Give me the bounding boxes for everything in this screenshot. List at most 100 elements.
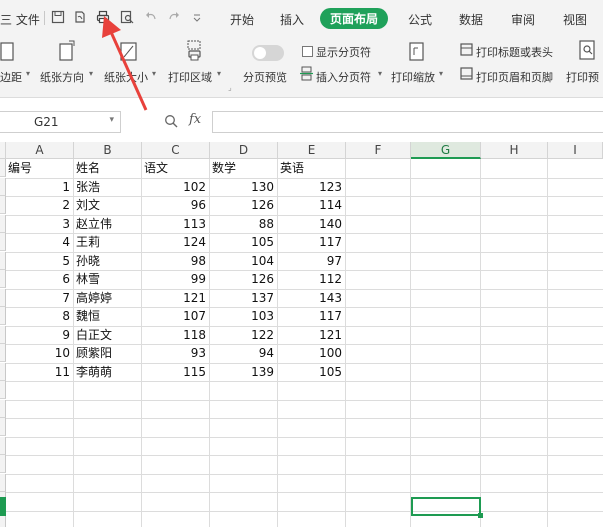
paper-size-button[interactable]: 纸张大小	[104, 69, 148, 85]
cell-id[interactable]: 10	[6, 344, 73, 362]
column-header-h[interactable]: H	[481, 142, 548, 159]
print-preview-ribbon-icon[interactable]	[578, 40, 598, 62]
cell-chinese[interactable]: 124	[142, 233, 209, 251]
cell-english[interactable]: 140	[278, 215, 345, 233]
print-area-icon[interactable]	[186, 40, 204, 62]
cell-chinese[interactable]: 93	[142, 344, 209, 362]
row-header[interactable]	[0, 436, 6, 455]
print-icon[interactable]	[96, 10, 110, 24]
tab-view[interactable]: 视图	[563, 11, 587, 28]
tab-insert[interactable]: 插入	[280, 11, 304, 28]
name-box-chevron-down-icon[interactable]: ▾	[109, 115, 114, 125]
cell-chinese[interactable]: 118	[142, 326, 209, 344]
cell-english[interactable]: 97	[278, 252, 345, 270]
zoom-search-icon[interactable]	[164, 114, 179, 129]
cell-math[interactable]: 94	[210, 344, 277, 362]
header-math[interactable]: 数学	[210, 159, 277, 177]
cell-name[interactable]: 刘文	[74, 196, 141, 214]
header-english[interactable]: 英语	[278, 159, 345, 177]
insert-page-break-button[interactable]: 插入分页符	[316, 69, 371, 85]
print-area-button[interactable]: 打印区域	[168, 69, 212, 85]
cell-id[interactable]: 9	[6, 326, 73, 344]
paper-size-dropdown-icon[interactable]: ▾	[152, 69, 156, 78]
cell-english[interactable]: 100	[278, 344, 345, 362]
cell-chinese[interactable]: 102	[142, 178, 209, 196]
column-header-d[interactable]: D	[210, 142, 278, 159]
cell-name[interactable]: 高婷婷	[74, 289, 141, 307]
header-name[interactable]: 姓名	[74, 159, 141, 177]
tab-data[interactable]: 数据	[459, 11, 483, 28]
cell-id[interactable]: 6	[6, 270, 73, 288]
cell-math[interactable]: 126	[210, 270, 277, 288]
cell-chinese[interactable]: 99	[142, 270, 209, 288]
header-footer-icon[interactable]	[460, 67, 473, 80]
column-header-g[interactable]: G	[411, 142, 481, 159]
print-scale-icon[interactable]	[408, 42, 426, 62]
insert-page-break-icon[interactable]	[300, 66, 314, 82]
column-header-b[interactable]: B	[74, 142, 142, 159]
print-preview-button[interactable]: 打印预	[566, 69, 599, 85]
cell-english[interactable]: 117	[278, 233, 345, 251]
page-break-preview-button[interactable]: 分页预览	[243, 69, 287, 85]
cell-name[interactable]: 王莉	[74, 233, 141, 251]
cell-english[interactable]: 121	[278, 326, 345, 344]
cell-id[interactable]: 4	[6, 233, 73, 251]
cell-id[interactable]: 2	[6, 196, 73, 214]
margin-dropdown-icon[interactable]: ▾	[26, 69, 30, 78]
save-icon[interactable]	[51, 10, 65, 24]
tab-home[interactable]: 开始	[230, 11, 254, 28]
cell-chinese[interactable]: 121	[142, 289, 209, 307]
cell-english[interactable]: 117	[278, 307, 345, 325]
active-cell-g21[interactable]	[411, 497, 483, 518]
cell-chinese[interactable]: 98	[142, 252, 209, 270]
cell-math[interactable]: 130	[210, 178, 277, 196]
print-scale-dropdown-icon[interactable]: ▾	[439, 69, 443, 78]
cell-math[interactable]: 139	[210, 363, 277, 381]
row-header[interactable]	[0, 473, 6, 492]
cell-math[interactable]: 122	[210, 326, 277, 344]
cell-english[interactable]: 123	[278, 178, 345, 196]
margin-button[interactable]: 边距	[0, 69, 22, 85]
output-pdf-icon[interactable]	[73, 10, 87, 24]
name-box[interactable]: G21 ▾	[0, 111, 121, 133]
cell-math[interactable]: 88	[210, 215, 277, 233]
page-break-preview-toggle[interactable]	[252, 45, 284, 61]
cell-name[interactable]: 张浩	[74, 178, 141, 196]
cell-name[interactable]: 赵立伟	[74, 215, 141, 233]
cell-math[interactable]: 104	[210, 252, 277, 270]
orientation-dropdown-icon[interactable]: ▾	[89, 69, 93, 78]
column-header-f[interactable]: F	[346, 142, 411, 159]
tab-page-layout[interactable]: 页面布局	[320, 8, 389, 29]
column-header-a[interactable]: A	[6, 142, 74, 159]
insert-page-break-dropdown-icon[interactable]: ▾	[378, 69, 382, 78]
cell-id[interactable]: 3	[6, 215, 73, 233]
formula-input[interactable]	[212, 111, 603, 133]
redo-icon[interactable]	[167, 10, 181, 24]
print-titles-icon[interactable]	[460, 43, 473, 56]
cell-math[interactable]: 105	[210, 233, 277, 251]
cell-name[interactable]: 白正文	[74, 326, 141, 344]
cell-chinese[interactable]: 107	[142, 307, 209, 325]
cell-name[interactable]: 李萌萌	[74, 363, 141, 381]
cell-english[interactable]: 105	[278, 363, 345, 381]
print-scale-button[interactable]: 打印缩放	[391, 69, 435, 85]
show-page-break-checkbox[interactable]	[302, 46, 313, 57]
print-titles-button[interactable]: 打印标题或表头	[476, 44, 553, 60]
cell-id[interactable]: 7	[6, 289, 73, 307]
column-header-c[interactable]: C	[142, 142, 210, 159]
print-preview-icon[interactable]	[120, 10, 134, 24]
orientation-button[interactable]: 纸张方向	[40, 69, 84, 85]
margin-icon[interactable]	[0, 42, 16, 62]
fx-icon[interactable]: fx	[189, 112, 201, 127]
cell-id[interactable]: 11	[6, 363, 73, 381]
select-all-corner[interactable]	[0, 142, 6, 159]
cell-english[interactable]: 114	[278, 196, 345, 214]
cell-english[interactable]: 143	[278, 289, 345, 307]
header-footer-button[interactable]: 打印页眉和页脚	[476, 69, 553, 85]
cell-id[interactable]: 5	[6, 252, 73, 270]
tab-review[interactable]: 审阅	[511, 11, 535, 28]
customize-toolbar-chevron-icon[interactable]	[190, 10, 204, 24]
header-id[interactable]: 编号	[6, 159, 73, 177]
fill-handle[interactable]	[478, 513, 483, 518]
group-expand-icon[interactable]: ⌟	[228, 83, 232, 92]
